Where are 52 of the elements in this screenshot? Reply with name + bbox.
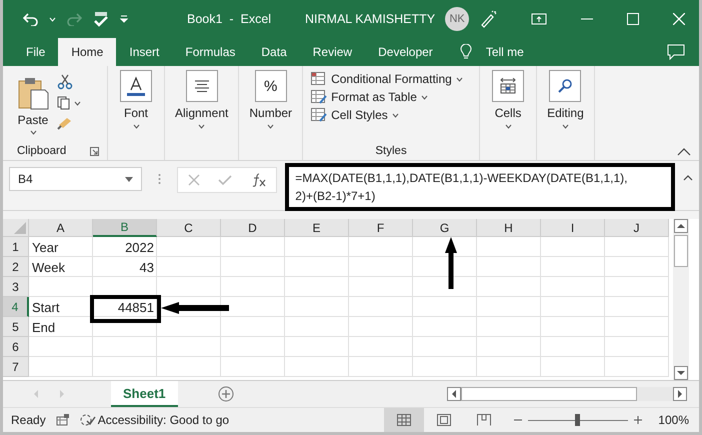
group-label: Clipboard bbox=[17, 145, 66, 157]
status-text: Ready bbox=[11, 413, 46, 427]
accessibility-status[interactable]: Accessibility: Good to go bbox=[80, 413, 230, 427]
column-header[interactable]: I bbox=[541, 219, 605, 237]
column-header[interactable]: D bbox=[221, 219, 285, 237]
paste-button[interactable]: Paste bbox=[17, 70, 49, 142]
sheet-tab[interactable]: Sheet1 bbox=[111, 381, 178, 407]
row-header[interactable]: 1 bbox=[3, 237, 29, 257]
user-name: NIRMAL KAMISHETTY bbox=[305, 12, 436, 26]
ribbon-tab[interactable]: Insert bbox=[116, 38, 172, 66]
ribbon-button[interactable]: Alignment bbox=[173, 70, 230, 129]
grid-cell[interactable]: 2022 bbox=[93, 237, 157, 257]
column-header[interactable]: F bbox=[349, 219, 413, 237]
document-title: Book1 - Excel bbox=[187, 12, 272, 26]
user-avatar[interactable]: NK bbox=[445, 7, 470, 31]
column-header[interactable]: G bbox=[413, 219, 477, 237]
grid-cell[interactable]: 43 bbox=[93, 257, 157, 277]
styles-menu-button[interactable]: Conditional Formatting bbox=[311, 72, 472, 86]
group-label: Styles bbox=[375, 145, 407, 157]
column-header[interactable]: B bbox=[93, 219, 157, 237]
ribbon-tab[interactable]: File bbox=[13, 38, 58, 66]
row-header[interactable]: 3 bbox=[3, 277, 29, 297]
styles-menu-button[interactable]: Format as Table bbox=[311, 90, 472, 104]
ribbon-tab[interactable]: Formulas bbox=[172, 38, 248, 66]
ribbon-button[interactable]: Font bbox=[116, 70, 156, 129]
row-header[interactable]: 7 bbox=[3, 357, 29, 377]
row-header[interactable]: 4 bbox=[3, 297, 29, 317]
column-header[interactable]: J bbox=[605, 219, 669, 237]
name-box[interactable]: B4 bbox=[9, 167, 142, 191]
ribbon-tab[interactable]: Home bbox=[58, 38, 116, 66]
ribbon-tab[interactable]: Developer bbox=[365, 38, 446, 66]
zoom-level[interactable]: 100% bbox=[658, 413, 689, 427]
ribbon-button[interactable]: Editing bbox=[545, 70, 586, 129]
row-header[interactable]: 2 bbox=[3, 257, 29, 277]
column-header[interactable]: H bbox=[477, 219, 541, 237]
grid-cell[interactable]: Week bbox=[29, 257, 93, 277]
grid-cell[interactable]: Year bbox=[29, 237, 93, 257]
grid-cell[interactable]: 44851 bbox=[93, 297, 157, 317]
column-header[interactable]: E bbox=[285, 219, 349, 237]
grid-cell[interactable]: Start bbox=[29, 297, 93, 317]
tell-me-search[interactable]: Tell me bbox=[486, 38, 524, 66]
row-header[interactable]: 5 bbox=[3, 317, 29, 337]
column-header[interactable]: A bbox=[29, 219, 93, 237]
ribbon-button[interactable]: Cells bbox=[488, 70, 528, 129]
ribbon-button[interactable]: % Number bbox=[247, 70, 294, 129]
formula-input[interactable]: =MAX(DATE(B1,1,1),DATE(B1,1,1)-WEEKDAY(DATE(B1,1,1), 2)+(B2-1)*7+1) bbox=[285, 163, 675, 211]
ribbon-tab[interactable]: Review bbox=[300, 38, 366, 66]
grid-cell[interactable]: End bbox=[29, 317, 93, 337]
row-header[interactable]: 6 bbox=[3, 337, 29, 357]
ribbon-tab[interactable]: Data bbox=[248, 38, 300, 66]
column-header[interactable]: C bbox=[157, 219, 221, 237]
styles-menu-button[interactable]: Cell Styles bbox=[311, 108, 472, 122]
